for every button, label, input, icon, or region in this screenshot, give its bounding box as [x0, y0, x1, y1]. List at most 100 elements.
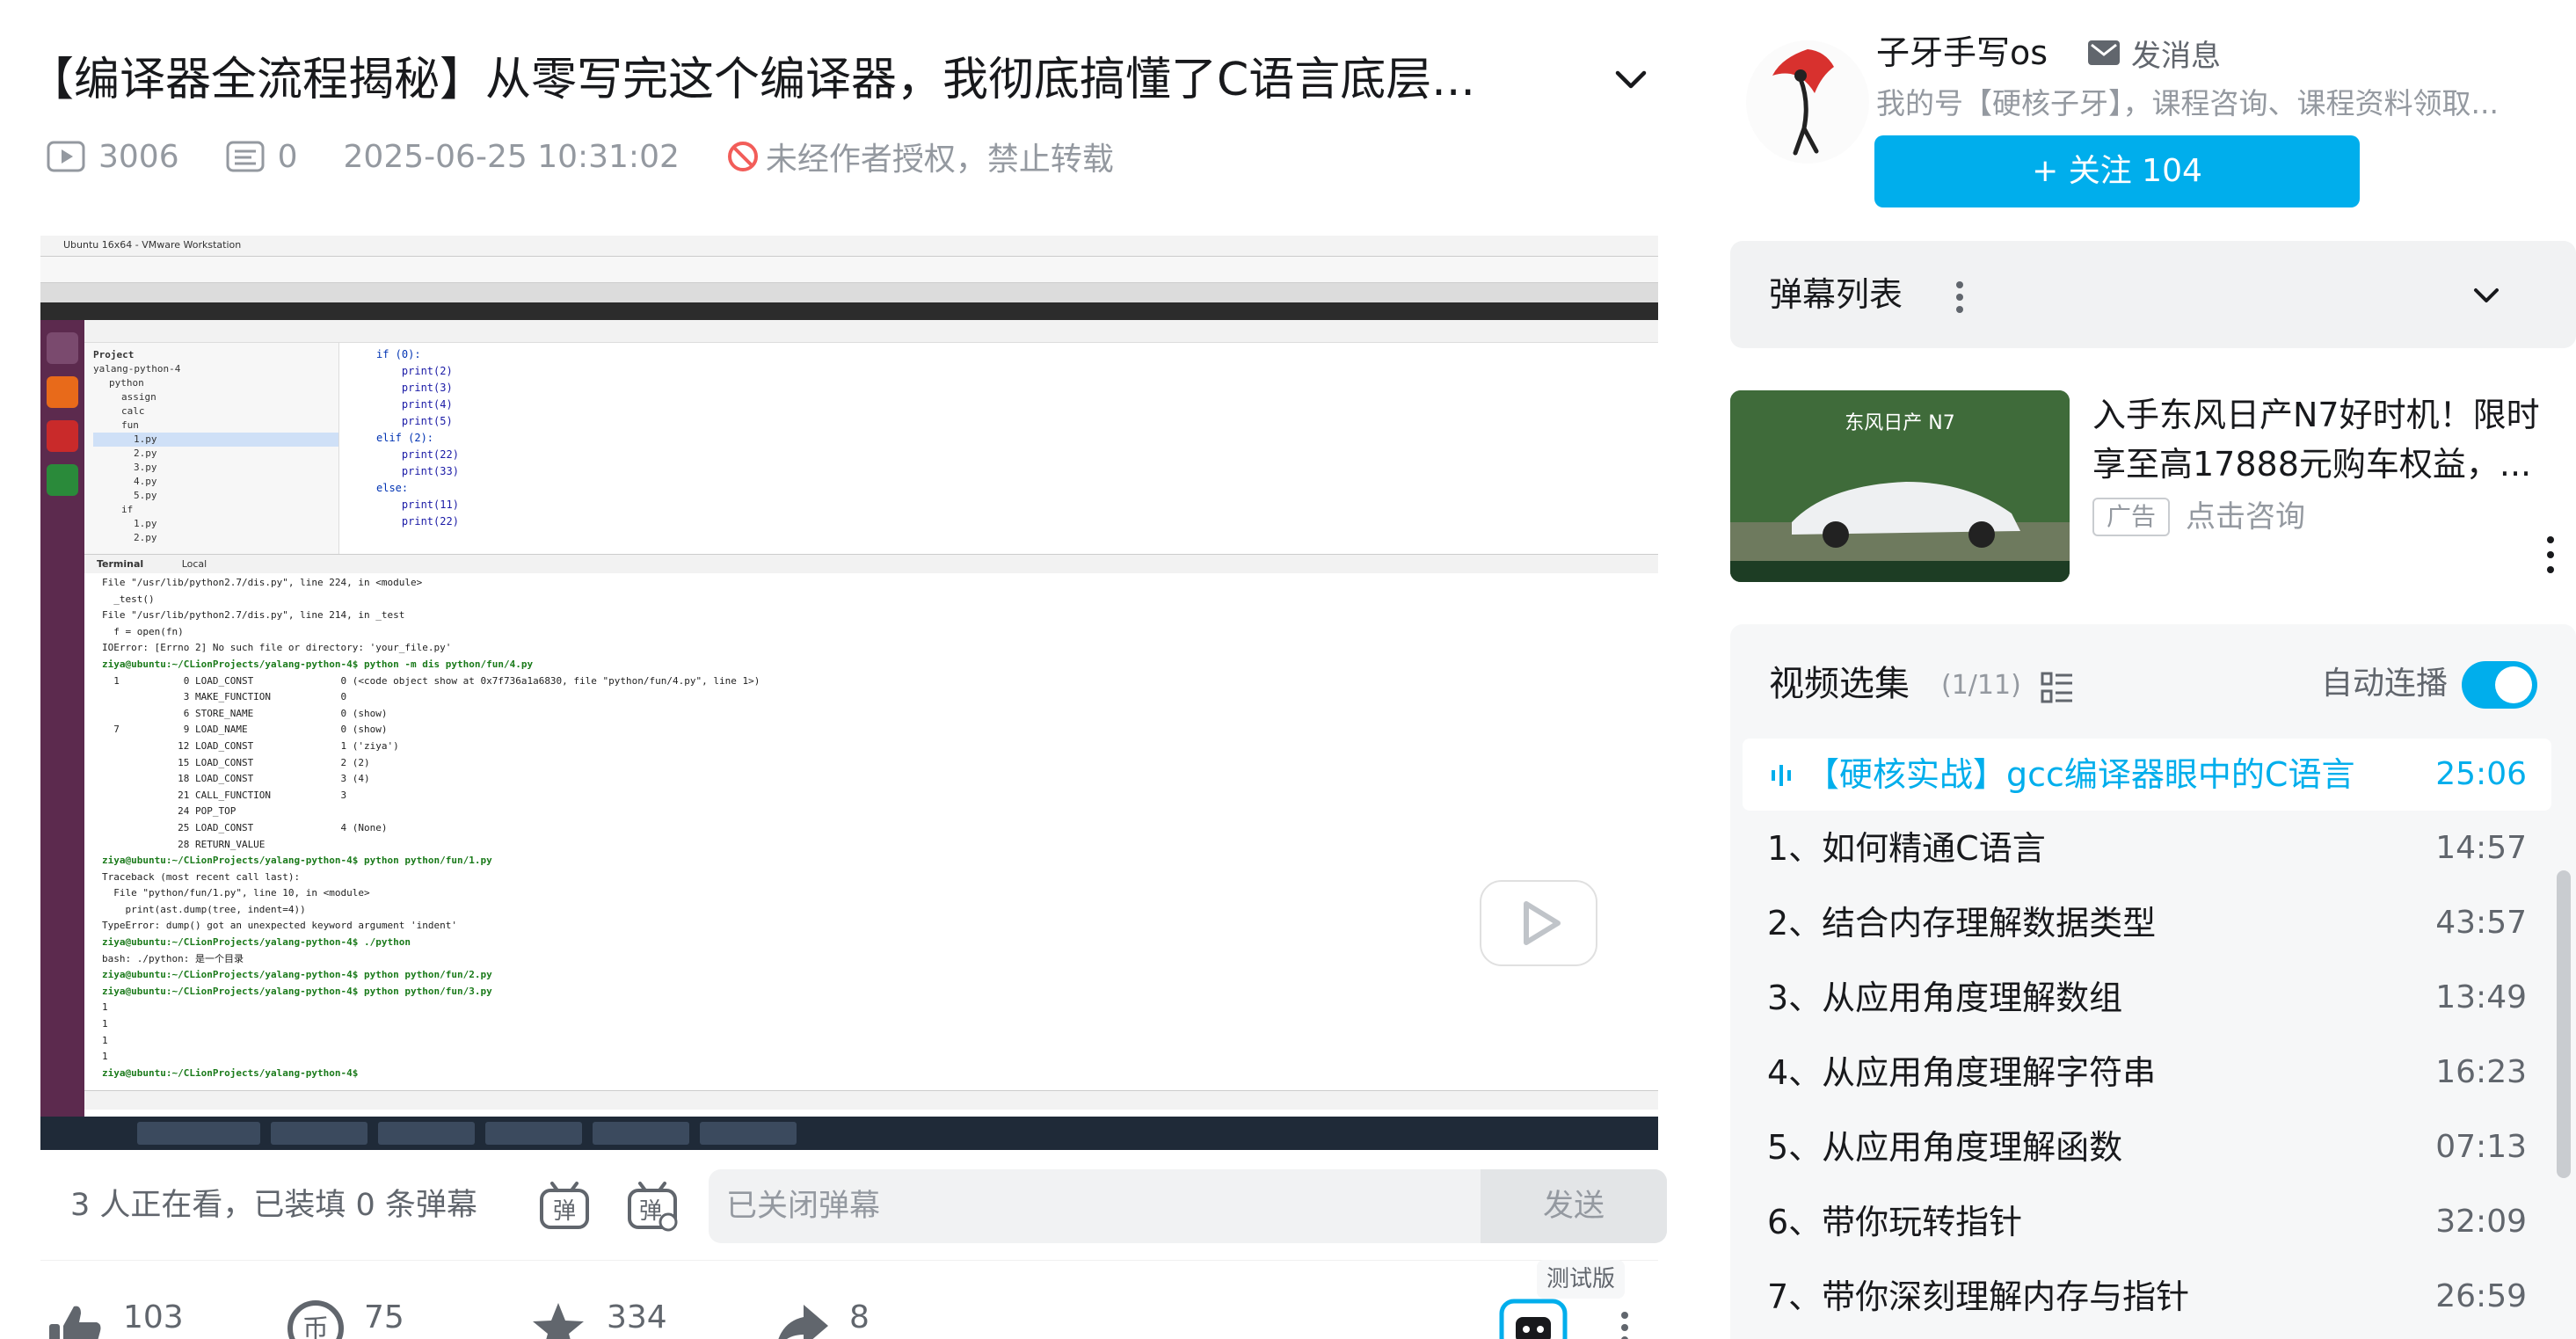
follow-button[interactable]: + 关注 104 — [1874, 135, 2360, 207]
episode-item[interactable]: 1、如何精通C语言 14:57 — [1743, 812, 2551, 884]
ad-title-line-1: 入手东风日产N7好时机！限时 — [2092, 396, 2540, 434]
page-root: 【编译器全流程揭秘】从零写完这个编译器，我彻底搞懂了C语言底层... 3006 … — [0, 0, 2576, 1339]
terminal-line: 7 9 LOAD_NAME 0 (show) — [102, 724, 388, 736]
tree-item: calc — [121, 405, 145, 417]
danmaku-bar: 3 人正在看，已装填 0 条弹幕 弹 弹 已关闭弹幕 发送 — [40, 1152, 1667, 1261]
share-count: 8 — [849, 1299, 870, 1335]
tv-assistant-icon[interactable] — [1498, 1298, 1568, 1339]
episode-item[interactable]: 6、带你玩转指针 32:09 — [1743, 1186, 2551, 1258]
send-button[interactable]: 发送 — [1481, 1169, 1667, 1243]
code-line: print(22) — [376, 448, 459, 461]
share-button[interactable]: 8 — [772, 1299, 870, 1339]
video-title: 【编译器全流程揭秘】从零写完这个编译器，我彻底搞懂了C语言底层... — [28, 54, 1475, 106]
terminal-line: 12 LOAD_CONST 1 ('ziya') — [102, 739, 399, 752]
tree-item: fun — [121, 419, 139, 431]
collection-scrollbar[interactable] — [2557, 870, 2571, 1178]
publish-date: 2025-06-25 10:31:02 — [343, 138, 680, 175]
ad-title[interactable]: 入手东风日产N7好时机！限时 享至高17888元购车权益，... — [2092, 390, 2567, 489]
star-icon — [533, 1303, 584, 1339]
terminal-line: 1 — [102, 1051, 108, 1063]
ad-more-icon[interactable] — [2544, 535, 2557, 575]
episode-duration: 26:59 — [2435, 1278, 2527, 1314]
terminal-line: 1 0 LOAD_CONST 0 (<code object show at 0… — [102, 674, 760, 687]
terminal-line: bash: ./python: 是一个目录 — [102, 952, 244, 964]
uploader-avatar[interactable] — [1746, 40, 1869, 164]
ad-badge: 广告 — [2092, 498, 2170, 536]
terminal-line: 24 POP_TOP — [102, 805, 236, 818]
terminal-line: 3 MAKE_FUNCTION 0 — [102, 691, 347, 703]
video-player[interactable]: Ubuntu 16x64 - VMware Workstation Projec… — [40, 236, 1658, 1150]
send-message-button[interactable]: 发消息 — [2087, 32, 2221, 74]
terminal-line: 21 CALL_FUNCTION 3 — [102, 789, 347, 801]
uploader-description: 我的号【硬核子牙】，课程咨询、课程资料领取... — [1876, 86, 2499, 120]
danmaku-settings-icon[interactable]: 弹 — [624, 1178, 680, 1234]
tree-item: assign — [121, 391, 156, 403]
ubuntu-launcher — [40, 320, 84, 1117]
svg-text:币: 币 — [302, 1314, 329, 1339]
episode-title: 2、结合内存理解数据类型 — [1767, 904, 2157, 942]
episode-title: 【硬核实战】gcc编译器眼中的C语言 — [1806, 755, 2355, 794]
danmaku-list-label: 弹幕列表 — [1769, 275, 1903, 314]
danmaku-list-more-icon[interactable] — [1954, 280, 1966, 315]
terminal-line: print(ast.dump(tree, indent=4)) — [102, 903, 306, 915]
mail-icon — [2088, 40, 2120, 65]
episode-item[interactable]: 【硬核实战】gcc编译器眼中的C语言 25:06 — [1743, 739, 2551, 811]
danmaku-count: 0 — [277, 138, 298, 175]
terminal-line: 18 LOAD_CONST 3 (4) — [102, 773, 370, 785]
coin-button[interactable]: 币 75 — [287, 1299, 404, 1339]
episode-item[interactable]: 7、带你深刻理解内存与指针 26:59 — [1743, 1261, 2551, 1333]
favorite-button[interactable]: 334 — [529, 1299, 667, 1339]
tree-item: 2.py — [134, 448, 157, 459]
play-button-icon[interactable] — [1474, 856, 1604, 969]
svg-text:弹: 弹 — [639, 1198, 662, 1225]
terminal-line: File "/usr/lib/python2.7/dis.py", line 2… — [102, 577, 423, 588]
vm-title: Ubuntu 16x64 - VMware Workstation — [63, 239, 242, 251]
tree-item: 2.py — [134, 532, 157, 543]
episode-item[interactable]: 4、从应用角度理解字符串 16:23 — [1743, 1037, 2551, 1109]
chevron-down-icon[interactable] — [1609, 58, 1653, 102]
code-line: print(5) — [376, 415, 453, 427]
terminal-line: ziya@ubuntu:~/CLionProjects/yalang-pytho… — [102, 1066, 359, 1079]
ad-consult-link[interactable]: 点击咨询 — [2186, 498, 2305, 536]
episode-item[interactable]: 2、结合内存理解数据类型 43:57 — [1743, 887, 2551, 959]
no-repost-icon — [727, 142, 758, 171]
ide-window: Project yalang-python-4 python assign ca… — [84, 320, 1658, 1117]
episode-title: 6、带你玩转指针 — [1767, 1203, 2023, 1241]
code-line: elif (2): — [376, 432, 434, 444]
share-arrow-icon — [778, 1305, 828, 1339]
svg-text:弹: 弹 — [553, 1198, 576, 1225]
episode-item[interactable]: 3、从应用角度理解数组 13:49 — [1743, 962, 2551, 1034]
terminal-line: ziya@ubuntu:~/CLionProjects/yalang-pytho… — [102, 855, 492, 867]
vm-titlebar: Ubuntu 16x64 - VMware Workstation — [40, 236, 1658, 257]
terminal-line: ziya@ubuntu:~/CLionProjects/yalang-pytho… — [102, 969, 492, 981]
more-options-icon[interactable] — [1614, 1310, 1635, 1339]
collection-count: (1/11) — [1941, 670, 2021, 701]
terminal-line: ziya@ubuntu:~/CLionProjects/yalang-pytho… — [102, 985, 492, 997]
autoplay-toggle[interactable] — [2462, 661, 2537, 709]
project-tree: Project yalang-python-4 python assign ca… — [84, 343, 339, 554]
like-button[interactable]: 103 — [46, 1299, 184, 1339]
terminal-output: File "/usr/lib/python2.7/dis.py", line 2… — [84, 573, 1658, 1090]
episode-duration: 16:23 — [2435, 1054, 2527, 1090]
ad-image[interactable]: 东风日产 N7 — [1730, 390, 2070, 582]
tree-item: if — [121, 504, 134, 515]
list-view-icon[interactable] — [2040, 670, 2075, 705]
danmaku-list-panel[interactable]: 弹幕列表 — [1730, 241, 2576, 348]
terminal-line: File "/usr/lib/python2.7/dis.py", line 2… — [102, 609, 405, 622]
episode-item[interactable]: 5、从应用角度理解函数 07:13 — [1743, 1111, 2551, 1183]
windows-taskbar — [40, 1117, 1658, 1150]
episode-title: 3、从应用角度理解数组 — [1767, 979, 2123, 1017]
episode-duration: 07:13 — [2435, 1129, 2527, 1165]
uploader-name[interactable]: 子牙手写os — [1876, 30, 2048, 76]
danmaku-toggle-icon[interactable]: 弹 — [536, 1178, 593, 1234]
chevron-down-icon[interactable] — [2467, 276, 2506, 315]
code-line: print(3) — [376, 382, 453, 394]
vm-tabbar — [40, 283, 1658, 302]
episode-title: 5、从应用角度理解函数 — [1767, 1128, 2123, 1167]
terminal-line: f = open(fn) — [102, 625, 184, 637]
danmaku-input-placeholder: 已关闭弹幕 — [726, 1189, 881, 1224]
terminal-line: 1 — [102, 1018, 108, 1030]
ad-title-line-2: 享至高17888元购车权益，... — [2092, 445, 2532, 484]
thumbs-up-icon — [49, 1306, 101, 1339]
episode-title: 7、带你深刻理解内存与指针 — [1767, 1277, 2190, 1316]
